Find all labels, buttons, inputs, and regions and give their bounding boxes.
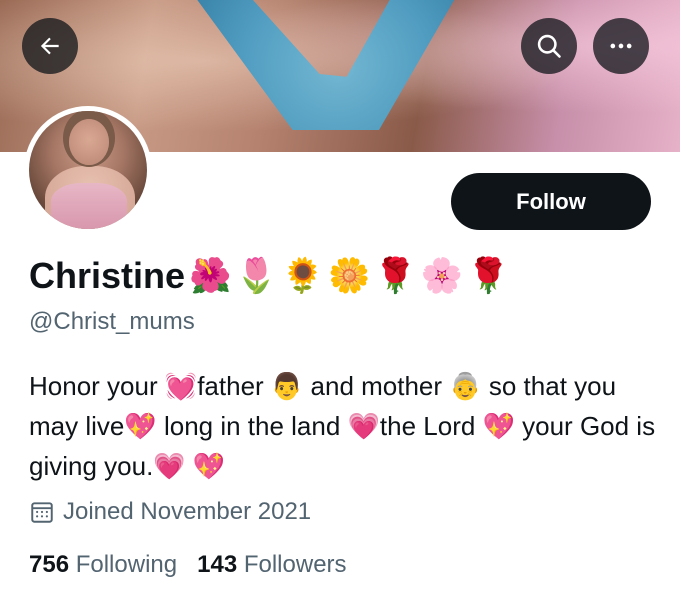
profile-bio: Honor your 💓father 👨 and mother 👵 so tha… — [29, 371, 656, 481]
followers-link[interactable]: 143 Followers — [197, 551, 346, 578]
user-handle: @Christ_mums — [29, 308, 195, 335]
follow-button[interactable]: Follow — [451, 173, 651, 230]
back-button[interactable] — [22, 18, 78, 74]
display-name-text: Christine — [29, 255, 186, 296]
arrow-left-icon — [40, 37, 59, 55]
display-name: Christine 🌺🌷🌻🌼🌹🌸🌹 — [29, 252, 513, 300]
avatar[interactable] — [24, 106, 152, 234]
followers-count: 143 — [197, 551, 238, 578]
more-horizontal-icon — [610, 43, 632, 49]
following-label: Following — [75, 551, 178, 578]
calendar-icon — [31, 502, 53, 523]
joined-date: Joined November 2021 — [29, 496, 311, 528]
followers-label: Followers — [243, 551, 347, 578]
following-link[interactable]: 756 Following — [29, 551, 177, 578]
display-name-emojis: 🌺🌷🌻🌼🌹🌸🌹 — [189, 257, 514, 295]
avatar-image — [29, 111, 147, 229]
search-icon — [537, 34, 561, 58]
follow-stats: 756 Following 143 Followers — [29, 549, 347, 581]
following-count: 756 — [29, 551, 70, 578]
joined-text: Joined November 2021 — [63, 498, 312, 525]
search-button[interactable] — [521, 18, 577, 74]
more-button[interactable] — [593, 18, 649, 74]
